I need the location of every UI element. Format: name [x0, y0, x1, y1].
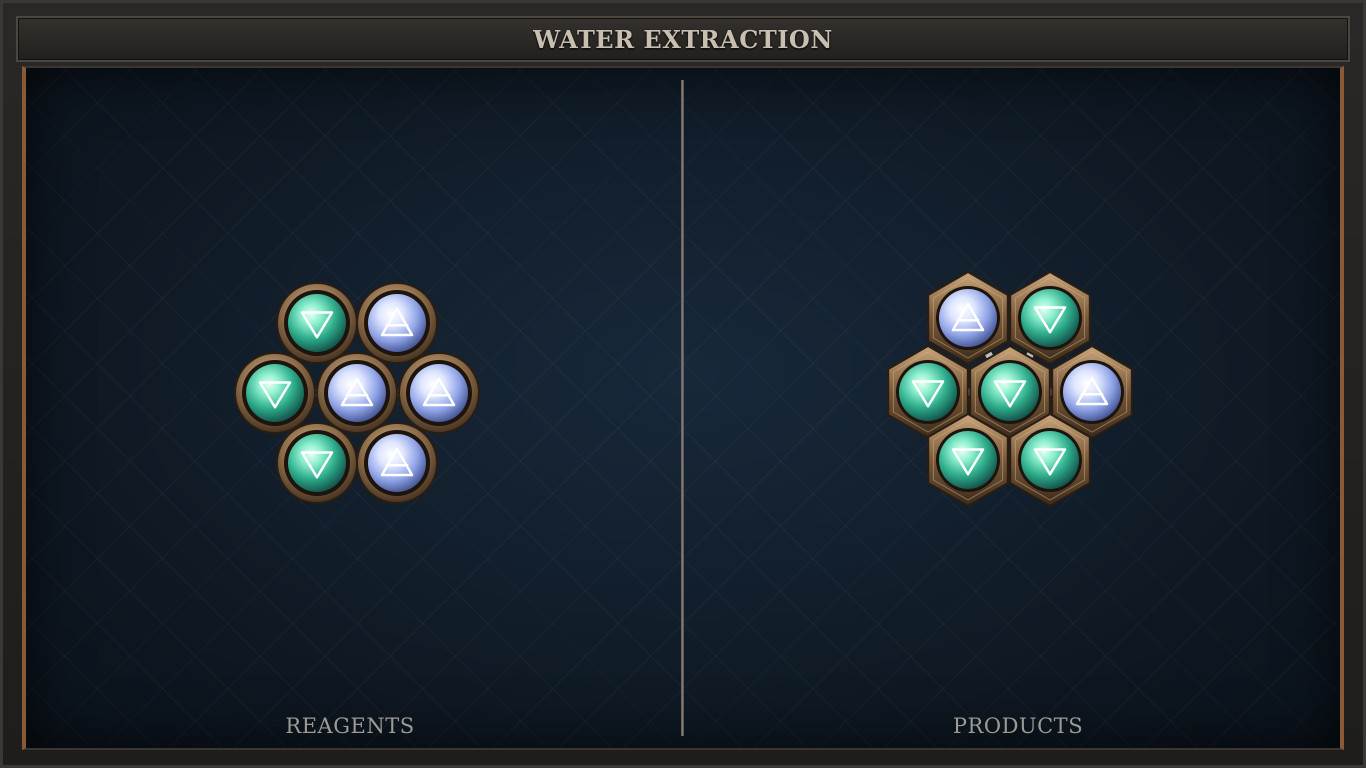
- product-slot-water[interactable]: [1009, 270, 1091, 366]
- product-slot-air[interactable]: [927, 270, 1009, 366]
- reagents-cluster: [234, 282, 480, 504]
- products-label: PRODUCTS: [952, 714, 1084, 738]
- reagent-slot-air[interactable]: [356, 422, 438, 504]
- reagent-slot-water[interactable]: [276, 422, 358, 504]
- reagent-slot-air[interactable]: [356, 282, 438, 364]
- page-title: WATER EXTRACTION: [533, 24, 833, 54]
- reagent-slot-air[interactable]: [316, 352, 398, 434]
- reagent-slot-air[interactable]: [398, 352, 480, 434]
- section-divider: [681, 80, 684, 736]
- title-bar: WATER EXTRACTION: [16, 16, 1350, 62]
- products-cluster: [887, 270, 1133, 508]
- reagent-slot-water[interactable]: [276, 282, 358, 364]
- reagents-label: REAGENTS: [285, 714, 415, 738]
- reagent-slot-water[interactable]: [234, 352, 316, 434]
